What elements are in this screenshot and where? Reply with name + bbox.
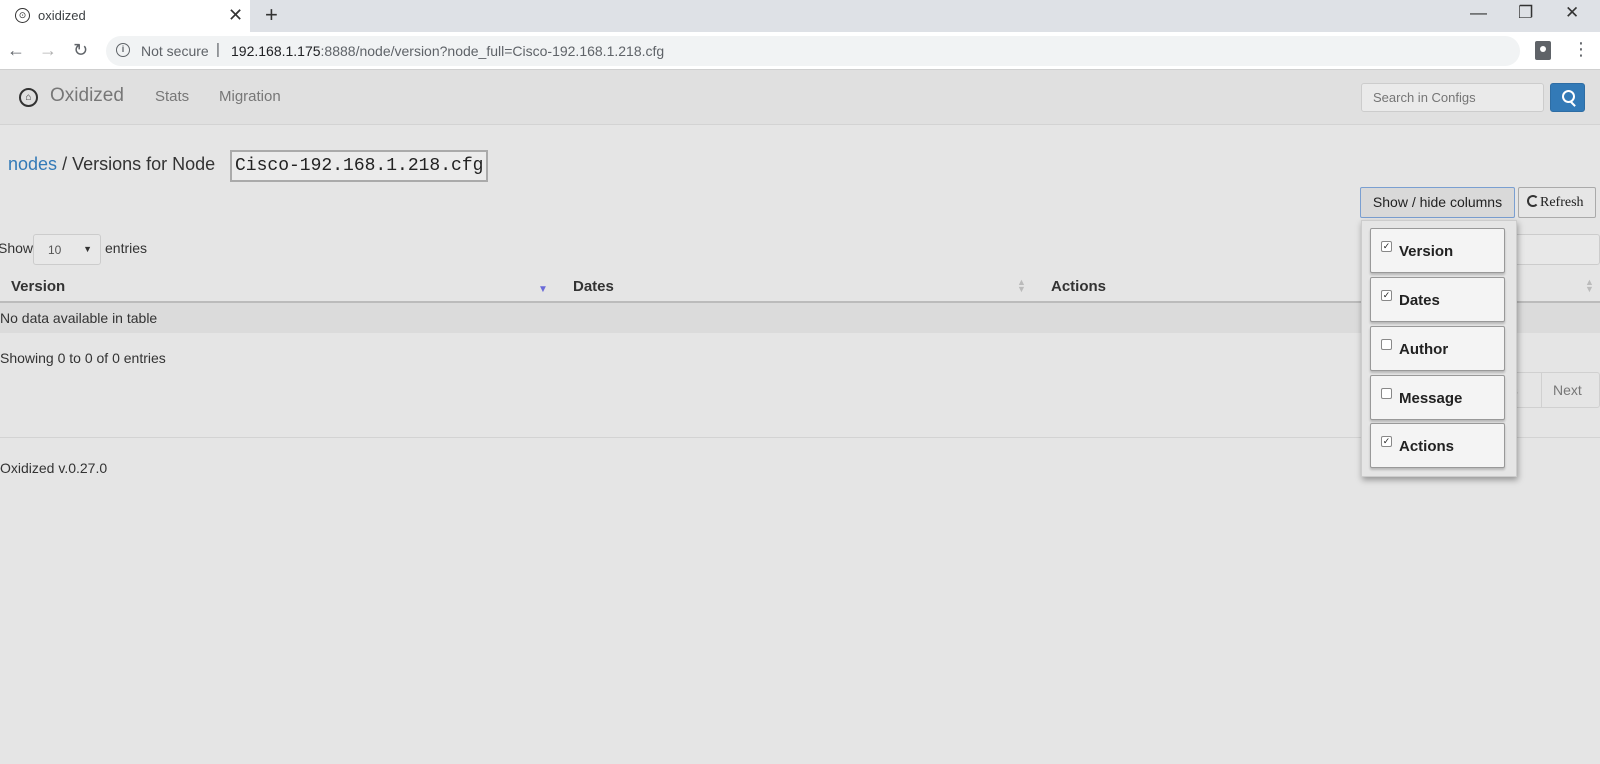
entries-select-value: 10	[48, 243, 62, 257]
search-button[interactable]	[1550, 83, 1585, 112]
colvis-label-actions: Actions	[1399, 438, 1455, 455]
colvis-label-dates: Dates	[1399, 292, 1440, 309]
minimize-icon[interactable]: —	[1470, 2, 1487, 24]
url-separator: |	[216, 41, 220, 58]
url-path: :8888/node/version?node_full=Cisco-192.1…	[320, 43, 665, 59]
extension-icon[interactable]	[1535, 41, 1551, 60]
sort-desc-icon: ▼	[538, 284, 548, 295]
footer-version: Oxidized v.0.27.0	[0, 460, 108, 476]
search-input[interactable]	[1361, 83, 1544, 112]
colvis-item-version[interactable]: ✓ Version	[1370, 228, 1505, 273]
th-dates[interactable]: Dates	[573, 278, 614, 295]
refresh-button[interactable]: Refresh	[1518, 187, 1596, 218]
colvis-item-dates[interactable]: ✓ Dates	[1370, 277, 1505, 322]
table-header: Version ▼ Dates ▲ ▼ Actions ▲ ▼	[0, 270, 1600, 303]
restore-icon[interactable]: ❐	[1518, 2, 1533, 24]
back-icon[interactable]: ←	[7, 39, 25, 61]
nodes-link[interactable]: nodes	[8, 154, 57, 174]
chevron-down-icon: ▼	[83, 244, 92, 254]
checkbox-dates[interactable]: ✓	[1381, 290, 1392, 301]
browser-toolbar: ← → ↻ i Not secure | 192.168.1.175:8888/…	[0, 32, 1600, 70]
url-text[interactable]: 192.168.1.175:8888/node/version?node_ful…	[231, 43, 664, 59]
th-version[interactable]: Version	[11, 278, 65, 295]
sort-icon: ▲ ▼	[1017, 277, 1026, 294]
checkbox-message[interactable]	[1381, 388, 1392, 399]
browser-menu-icon[interactable]: ⋮	[1572, 38, 1590, 60]
th-actions[interactable]: Actions	[1051, 278, 1106, 295]
forward-icon[interactable]: →	[39, 39, 57, 61]
footer-divider	[0, 437, 1600, 438]
tab-title: oxidized	[38, 8, 86, 23]
colvis-label-message: Message	[1399, 390, 1463, 407]
checkbox-actions[interactable]: ✓	[1381, 436, 1392, 447]
url-host: 192.168.1.175	[231, 43, 321, 59]
next-button[interactable]: Next	[1553, 382, 1582, 398]
empty-message: No data available in table	[0, 310, 158, 326]
security-label: Not secure	[141, 43, 209, 59]
checkbox-version[interactable]: ✓	[1381, 241, 1392, 252]
oxidized-logo-icon[interactable]: ⌂	[19, 88, 38, 107]
sort-icon: ▲ ▼	[1585, 277, 1594, 294]
checkbox-author[interactable]	[1381, 339, 1392, 350]
table-row-empty: No data available in table	[0, 303, 1600, 333]
colvis-item-message[interactable]: Message	[1370, 375, 1505, 420]
node-name: Cisco-192.168.1.218.cfg	[230, 150, 489, 182]
refresh-icon	[1527, 195, 1539, 207]
colvis-label-version: Version	[1399, 243, 1454, 260]
show-hide-columns-button[interactable]: Show / hide columns	[1360, 187, 1515, 218]
nav-migration[interactable]: Migration	[219, 88, 281, 105]
browser-tab[interactable]: ⊙ oxidized ✕	[0, 0, 250, 32]
colvis-label-author: Author	[1399, 341, 1449, 358]
window-close-icon[interactable]: ✕	[1565, 2, 1579, 24]
browser-tab-bar: ⊙ oxidized ✕ + — ❐ ✕	[0, 0, 1600, 32]
entries-select[interactable]: 10 ▼	[33, 234, 101, 265]
pager-divider	[1541, 373, 1542, 407]
nav-stats[interactable]: Stats	[155, 88, 189, 105]
colvis-item-actions[interactable]: ✓ Actions	[1370, 423, 1505, 468]
length-suffix: entries	[105, 240, 148, 256]
length-prefix: Show	[0, 240, 34, 256]
colvis-item-author[interactable]: Author	[1370, 326, 1505, 371]
page-title: / Versions for Node	[62, 154, 216, 174]
app-navbar: ⌂ Oxidized Stats Migration	[0, 70, 1600, 125]
info-icon[interactable]: i	[116, 43, 130, 57]
table-info: Showing 0 to 0 of 0 entries	[0, 350, 166, 366]
column-visibility-menu: ✓ Version ✓ Dates Author Message ✓ Actio…	[1361, 220, 1517, 477]
new-tab-icon[interactable]: +	[265, 3, 278, 27]
address-bar[interactable]: i Not secure | 192.168.1.175:8888/node/v…	[106, 36, 1520, 66]
brand-link[interactable]: Oxidized	[50, 85, 124, 107]
tab-close-icon[interactable]: ✕	[228, 5, 243, 25]
reload-icon[interactable]: ↻	[73, 39, 88, 61]
breadcrumb: nodes / Versions for Node	[8, 154, 215, 175]
refresh-label: Refresh	[1540, 195, 1584, 210]
oxidized-favicon-icon: ⊙	[15, 8, 30, 23]
